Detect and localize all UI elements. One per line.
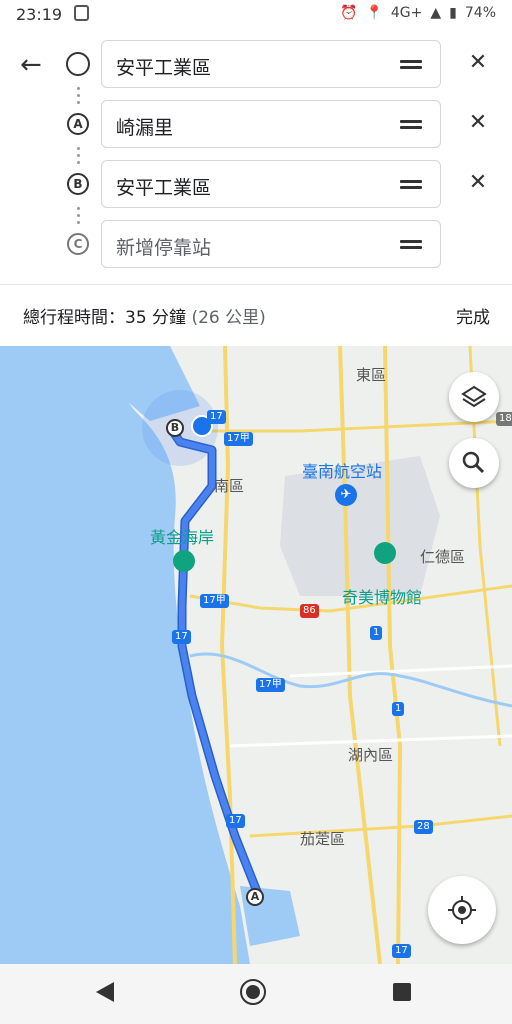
stop-field-b[interactable]: 安平工業區 xyxy=(101,160,441,208)
road-badge: 17 xyxy=(207,410,226,424)
origin-field[interactable]: 安平工業區 xyxy=(101,40,441,88)
drag-handle-icon[interactable] xyxy=(400,120,422,130)
map-label-museum: 奇美博物館 xyxy=(342,588,423,607)
add-stop-placeholder: 新增停靠站 xyxy=(116,237,212,259)
battery-level: 74% xyxy=(464,5,496,21)
map-label-east: 東區 xyxy=(356,366,387,384)
stop-value-a: 崎漏里 xyxy=(116,117,174,139)
stop-marker-c: C xyxy=(67,233,89,255)
nav-home-icon[interactable] xyxy=(240,979,266,1005)
location-icon: 📍 xyxy=(365,5,383,21)
trip-distance: (26 公里) xyxy=(191,308,266,328)
road-badge: 86 xyxy=(300,604,319,618)
crosshair-icon xyxy=(448,896,476,924)
trip-time: 總行程時間：35 分鐘 xyxy=(23,308,187,328)
search-icon xyxy=(462,451,485,474)
add-stop-field[interactable]: 新增停靠站 xyxy=(101,220,441,268)
map-label-south: 南區 xyxy=(214,477,245,495)
road-badge: 1 xyxy=(392,702,405,716)
drag-handle-icon[interactable] xyxy=(400,60,422,70)
road-badge: 17甲 xyxy=(224,432,253,446)
stop-row-b: B 安平工業區 ✕ xyxy=(0,160,512,210)
trip-summary: 總行程時間：35 分鐘 (26 公里) xyxy=(23,303,266,328)
museum-poi-icon xyxy=(374,542,396,564)
directions-panel: ← 安平工業區 ✕ A 崎漏里 ✕ B 安平工業區 ✕ C 新增停靠站 總行程時… xyxy=(0,30,512,346)
layers-icon xyxy=(461,385,487,408)
map-canvas xyxy=(0,346,512,964)
origin-circle-icon xyxy=(66,52,90,76)
nav-back-icon[interactable] xyxy=(96,982,114,1002)
map-marker-a[interactable]: A xyxy=(246,888,264,906)
road-badge: 28 xyxy=(414,820,433,834)
notification-icon xyxy=(74,5,89,21)
battery-icon: ▮ xyxy=(449,5,457,21)
map-marker-b[interactable]: B xyxy=(166,419,184,437)
road-badge: 1 xyxy=(370,626,383,640)
map-view[interactable]: B A 東區 南區 臺南航空站 ✈ 黃金海岸 仁德區 奇美博物館 湖內區 茄萣區… xyxy=(0,346,512,964)
road-badge: 17 xyxy=(226,814,245,828)
nav-recents-icon[interactable] xyxy=(393,983,411,1001)
remove-stop-icon[interactable]: ✕ xyxy=(465,110,491,136)
remove-stop-icon[interactable]: ✕ xyxy=(465,170,491,196)
stop-row-c: C 新增停靠站 xyxy=(0,220,512,270)
signal-icon: ▲ xyxy=(430,5,442,21)
remove-stop-icon[interactable]: ✕ xyxy=(465,50,491,76)
road-badge: 17甲 xyxy=(256,678,285,692)
map-label-rende: 仁德區 xyxy=(420,548,466,566)
stop-field-a[interactable]: 崎漏里 xyxy=(101,100,441,148)
road-badge: 17 xyxy=(172,630,191,644)
drag-handle-icon[interactable] xyxy=(400,180,422,190)
status-bar: 23:19 ⏰ 📍 4G+ ▲ ▮ 74% xyxy=(0,0,512,30)
status-time: 23:19 xyxy=(16,5,63,24)
map-label-hunei: 湖內區 xyxy=(348,746,394,764)
search-button[interactable] xyxy=(449,438,499,488)
drag-handle-icon[interactable] xyxy=(400,240,422,250)
alarm-icon: ⏰ xyxy=(340,5,358,21)
origin-value: 安平工業區 xyxy=(116,57,212,79)
stop-row-a: A 崎漏里 ✕ xyxy=(0,100,512,150)
stop-marker-a: A xyxy=(67,113,89,135)
layers-button[interactable] xyxy=(449,372,499,422)
stop-value-b: 安平工業區 xyxy=(116,177,212,199)
camera-poi-icon xyxy=(173,550,195,572)
my-location-button[interactable] xyxy=(428,876,496,944)
map-label-beach: 黃金海岸 xyxy=(150,528,215,547)
road-badge: 17甲 xyxy=(200,594,229,608)
map-label-airport: 臺南航空站 xyxy=(302,462,383,481)
stop-marker-b: B xyxy=(67,173,89,195)
road-badge: 17 xyxy=(392,944,411,958)
origin-row: 安平工業區 ✕ xyxy=(0,40,512,90)
network-label: 4G+ xyxy=(390,5,423,21)
done-button[interactable]: 完成 xyxy=(456,303,490,328)
system-nav-bar xyxy=(0,964,512,1024)
airport-icon: ✈ xyxy=(335,484,357,506)
map-label-qieding: 茄萣區 xyxy=(300,830,346,848)
divider xyxy=(0,284,512,285)
